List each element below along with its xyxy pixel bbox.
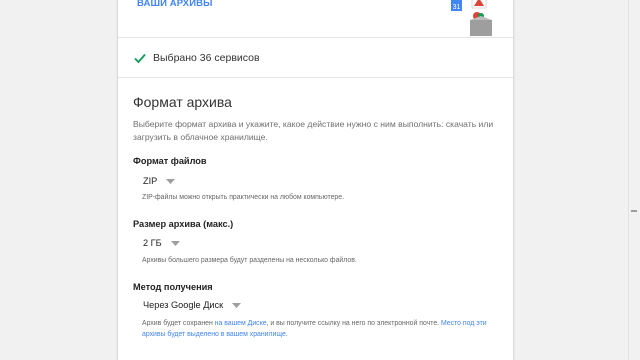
chevron-down-icon <box>232 302 242 308</box>
delivery-hint-text-end: . <box>285 331 288 338</box>
chevron-down-icon <box>166 178 176 184</box>
archive-illustration-icon: 31 <box>451 0 492 36</box>
delivery-method-label: Метод получения <box>133 282 213 292</box>
delivery-method-value: Через Google Диск <box>143 300 224 310</box>
selected-services-text: Выбрано 36 сервисов <box>153 52 260 64</box>
page-scrollbar[interactable] <box>628 0 640 360</box>
chevron-down-icon <box>170 240 180 246</box>
archive-size-value: 2 ГБ <box>143 238 162 248</box>
file-type-hint: ZIP-файлы можно открыть практически на л… <box>142 194 345 201</box>
delivery-method-dropdown[interactable]: Через Google Диск <box>143 300 242 310</box>
archive-size-hint: Архивы большего размера будут разделены … <box>142 257 357 264</box>
scrollbar-thumb[interactable] <box>631 210 637 212</box>
divider-top <box>118 37 513 38</box>
takeout-card: ВАШИ АРХИВЫ 31 Выбрано 36 сервисов Форма… <box>117 0 514 360</box>
delivery-hint-text-middle: , и вы получите ссылку на него по электр… <box>266 320 441 327</box>
drive-link[interactable]: на вашем Диске <box>215 320 267 327</box>
your-archives-link[interactable]: ВАШИ АРХИВЫ <box>137 0 213 9</box>
archive-size-label: Размер архива (макс.) <box>133 219 234 229</box>
delivery-hint-text-start: Архив будет сохранен <box>142 320 215 327</box>
selected-services-summary[interactable]: Выбрано 36 сервисов <box>133 49 260 67</box>
section-description: Выберите формат архива и укажите, какое … <box>133 119 494 142</box>
calendar-day: 31 <box>453 4 461 11</box>
file-type-value: ZIP <box>143 176 158 186</box>
file-type-dropdown[interactable]: ZIP <box>143 176 176 186</box>
file-type-label: Формат файлов <box>133 156 207 166</box>
check-icon <box>134 53 146 64</box>
divider-middle <box>118 77 513 78</box>
section-title: Формат архива <box>133 94 232 110</box>
delivery-method-hint: Архив будет сохранен на вашем Диске, и в… <box>142 318 502 340</box>
archive-size-dropdown[interactable]: 2 ГБ <box>143 238 180 248</box>
